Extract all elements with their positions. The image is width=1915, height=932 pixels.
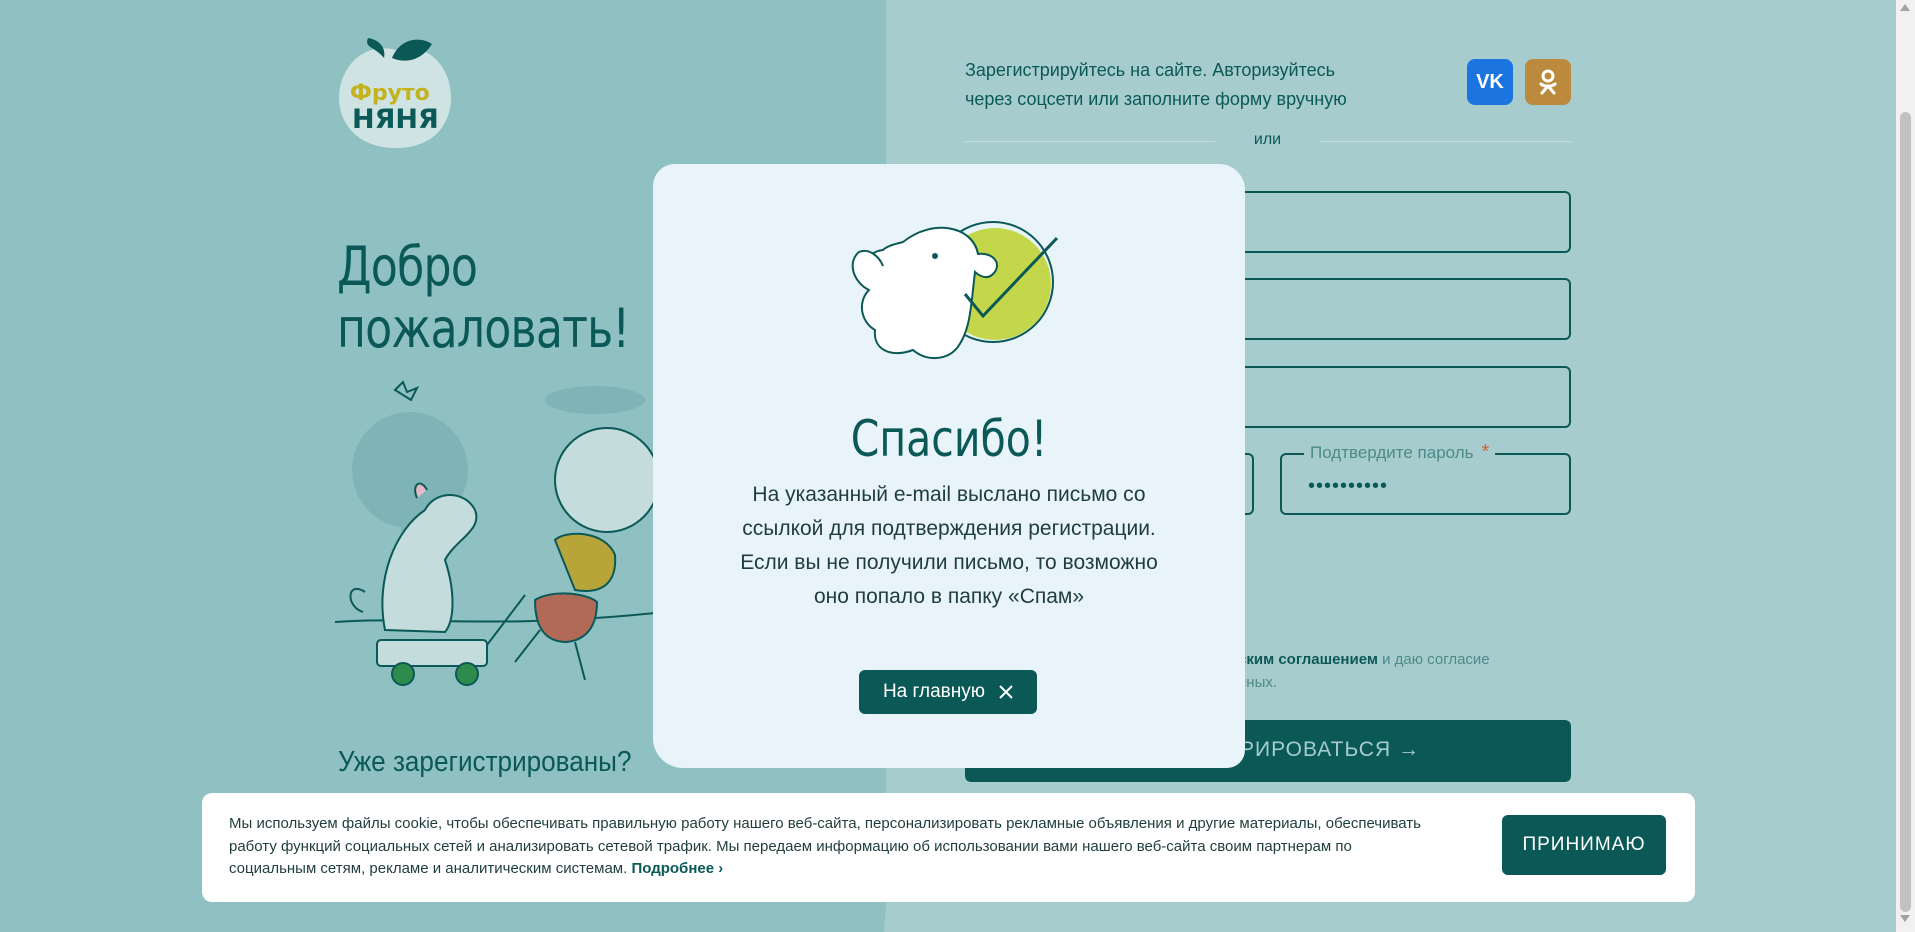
name-field[interactable] — [1220, 191, 1571, 253]
cookie-more-link[interactable]: Подробнее › — [631, 860, 723, 877]
vk-icon: VK — [1476, 70, 1504, 93]
scroll-down-arrow-icon[interactable] — [1900, 915, 1910, 922]
welcome-heading: Добро пожаловать! — [337, 235, 630, 360]
scrollbar-thumb[interactable] — [1900, 112, 1911, 912]
odnoklassniki-login-button[interactable] — [1525, 59, 1571, 105]
cookie-banner: Мы используем файлы cookie, чтобы обеспе… — [202, 793, 1695, 902]
boy-dog-illustration — [334, 380, 666, 700]
odnoklassniki-icon — [1539, 69, 1557, 95]
svg-text:Фруто: Фруто — [350, 81, 430, 106]
or-label: или — [1215, 131, 1320, 149]
agreement-text: ским соглашением и даю согласие нных. — [1238, 651, 1490, 691]
confirm-password-label: Подтвердите пароль * — [1304, 441, 1496, 464]
success-modal: Спасибо! На указанный e-mail выслано пис… — [653, 164, 1245, 768]
cookie-text: Мы используем файлы cookie, чтобы обеспе… — [229, 815, 1421, 877]
svg-text:НЯНЯ: НЯНЯ — [352, 104, 439, 135]
social-login-hint: Зарегистрируйтесь на сайте. Авторизуйтес… — [965, 60, 1347, 109]
vk-login-button[interactable]: VK — [1467, 59, 1513, 105]
accept-cookies-button[interactable]: ПРИНИМАЮ — [1502, 815, 1666, 875]
welcome-line-2: пожаловать! — [337, 297, 630, 360]
required-mark: * — [1481, 441, 1490, 463]
phone-field[interactable] — [1220, 366, 1571, 428]
email-field[interactable] — [1220, 278, 1571, 340]
welcome-line-1: Добро — [337, 235, 478, 298]
confirm-password-value: •••••••••• — [1308, 475, 1389, 497]
confirm-password-field[interactable]: Подтвердите пароль * •••••••••• — [1280, 441, 1571, 515]
go-home-button[interactable]: На главную — [859, 670, 1037, 714]
user-agreement-link[interactable]: ским соглашением — [1238, 651, 1378, 668]
scroll-up-arrow-icon[interactable] — [1900, 4, 1910, 11]
elephant-check-illustration — [843, 212, 1059, 382]
already-registered-heading: Уже зарегистрированы? — [338, 746, 632, 778]
modal-message: На указанный e-mail выслано письмо со сс… — [740, 483, 1158, 608]
go-home-label: На главную — [882, 681, 986, 702]
brand-logo[interactable]: Фруто НЯНЯ — [334, 36, 458, 154]
close-icon — [999, 685, 1013, 699]
modal-title: Спасибо! — [850, 410, 1048, 468]
scrollbar[interactable] — [1896, 0, 1915, 932]
